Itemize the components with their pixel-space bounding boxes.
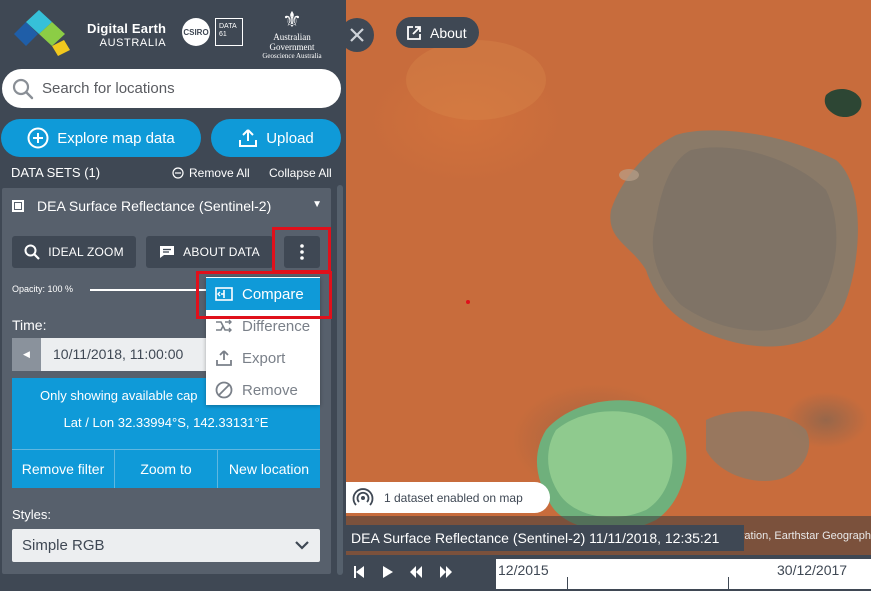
search-icon — [24, 244, 40, 260]
remove-filter-button[interactable]: Remove filter — [12, 450, 115, 488]
highlight-compare — [196, 271, 332, 319]
satellite-imagery — [406, 40, 862, 531]
header: Digital Earth AUSTRALIA CSIRO DATA 61 ⚜ … — [0, 0, 346, 66]
about-data-label: ABOUT DATA — [183, 245, 260, 259]
about-label: About — [430, 24, 467, 41]
timeline-start-label: 12/2015 — [498, 562, 549, 578]
time-value[interactable]: 10/11/2018, 11:00:00 — [41, 338, 183, 371]
opacity-slider[interactable] — [90, 289, 208, 291]
rewind-icon — [410, 566, 422, 578]
step-forward-button[interactable] — [439, 565, 453, 579]
fast-forward-icon — [440, 566, 452, 578]
search-input[interactable]: Search for locations — [2, 69, 341, 108]
about-data-button[interactable]: ABOUT DATA — [146, 236, 273, 268]
dea-title-line1: Digital Earth — [87, 21, 167, 36]
dea-title: Digital Earth AUSTRALIA — [87, 22, 166, 50]
upload-icon — [238, 128, 258, 148]
gov-logo: ⚜ Australian Government Geoscience Austr… — [252, 7, 332, 61]
comment-icon — [159, 245, 175, 259]
styles-select[interactable]: Simple RGB — [12, 529, 320, 562]
filter-actions: Remove filter Zoom to New location — [12, 449, 320, 488]
collapse-all-button[interactable]: Collapse All — [269, 166, 332, 180]
datasets-header: DATA SETS (1) Remove All Collapse All — [0, 163, 346, 183]
zoom-to-button[interactable]: Zoom to — [115, 450, 218, 488]
close-icon — [350, 28, 364, 42]
upload-button[interactable]: Upload — [211, 119, 341, 157]
attribution-text[interactable]: ration, Earthstar Geograph — [741, 530, 871, 542]
ideal-zoom-label: IDEAL ZOOM — [48, 245, 124, 259]
filter-info-text: Only showing available cap — [40, 388, 198, 403]
play-button[interactable] — [382, 565, 394, 579]
go-to-start-button[interactable] — [353, 565, 365, 579]
csiro-logo: CSIRO — [182, 18, 210, 46]
search-placeholder: Search for locations — [42, 80, 175, 97]
timeline-tick — [728, 577, 729, 589]
caret-down-icon[interactable]: ▼ — [312, 199, 322, 210]
timeline: 12/2015 30/12/2017 — [346, 555, 871, 591]
gov-line1: Australian Government — [269, 32, 315, 52]
dea-title-line2: AUSTRALIA — [99, 37, 167, 49]
opacity-label: Opacity: 100 % — [12, 284, 74, 294]
layer-title-row[interactable]: DEA Surface Reflectance (Sentinel-2) ▼ — [12, 196, 322, 216]
map-view[interactable]: About 1 dataset enabled on map ration, E… — [346, 0, 871, 555]
difference-icon — [214, 319, 234, 333]
layer-time-label: DEA Surface Reflectance (Sentinel-2) 11/… — [346, 525, 744, 551]
crest-icon: ⚜ — [282, 7, 302, 32]
datasets-enabled-text: 1 dataset enabled on map — [384, 490, 523, 505]
sidebar-scrollbar[interactable] — [337, 185, 343, 575]
search-icon — [12, 78, 34, 99]
remove-icon — [214, 381, 234, 399]
ideal-zoom-button[interactable]: IDEAL ZOOM — [12, 236, 136, 268]
time-selector[interactable]: ◀ 10/11/2018, 11:00:00 — [12, 338, 220, 371]
upload-label: Upload — [266, 129, 314, 147]
time-label: Time: — [12, 317, 47, 333]
chevron-down-icon — [295, 541, 309, 550]
datasets-enabled-badge[interactable]: 1 dataset enabled on map — [346, 482, 550, 513]
explore-label: Explore map data — [57, 129, 175, 147]
menu-label-export: Export — [242, 349, 286, 367]
add-circle-icon — [27, 127, 49, 149]
sidebar: Digital Earth AUSTRALIA CSIRO DATA 61 ⚜ … — [0, 0, 346, 591]
dea-logo[interactable] — [12, 10, 78, 58]
external-link-icon — [406, 25, 422, 41]
remove-all-label: Remove All — [189, 166, 250, 180]
skip-start-icon — [354, 566, 364, 578]
play-icon — [383, 566, 393, 578]
data61-logo: DATA 61 — [215, 18, 243, 46]
about-button[interactable]: About — [396, 17, 479, 48]
menu-label-remove: Remove — [242, 381, 298, 399]
previous-time-button[interactable]: ◀ — [12, 338, 41, 371]
lat-lon-text: Lat / Lon 32.33994°S, 142.33131°E — [63, 415, 269, 430]
datasets-title: DATA SETS (1) — [11, 165, 101, 180]
explore-map-data-button[interactable]: Explore map data — [1, 119, 201, 157]
menu-item-remove[interactable]: Remove — [206, 374, 320, 406]
step-back-button[interactable] — [409, 565, 423, 579]
remove-all-button[interactable]: Remove All — [172, 166, 250, 180]
styles-value: Simple RGB — [22, 537, 105, 554]
highlight-more-options — [272, 227, 331, 273]
menu-label-difference: Difference — [242, 317, 311, 335]
gov-line2: Geoscience Australia — [262, 52, 322, 60]
timeline-end-label: 30/12/2017 — [777, 562, 848, 578]
layer-visibility-checkbox[interactable] — [12, 200, 24, 212]
styles-label: Styles: — [12, 507, 52, 522]
new-location-button[interactable]: New location — [218, 450, 320, 488]
menu-item-export[interactable]: Export — [206, 342, 320, 374]
timeline-track[interactable]: 12/2015 30/12/2017 — [496, 559, 871, 589]
timeline-tick — [567, 577, 568, 589]
layer-title: DEA Surface Reflectance (Sentinel-2) — [37, 198, 272, 214]
minus-circle-icon — [172, 167, 184, 179]
export-icon — [214, 350, 234, 366]
broadcast-icon — [352, 487, 374, 509]
